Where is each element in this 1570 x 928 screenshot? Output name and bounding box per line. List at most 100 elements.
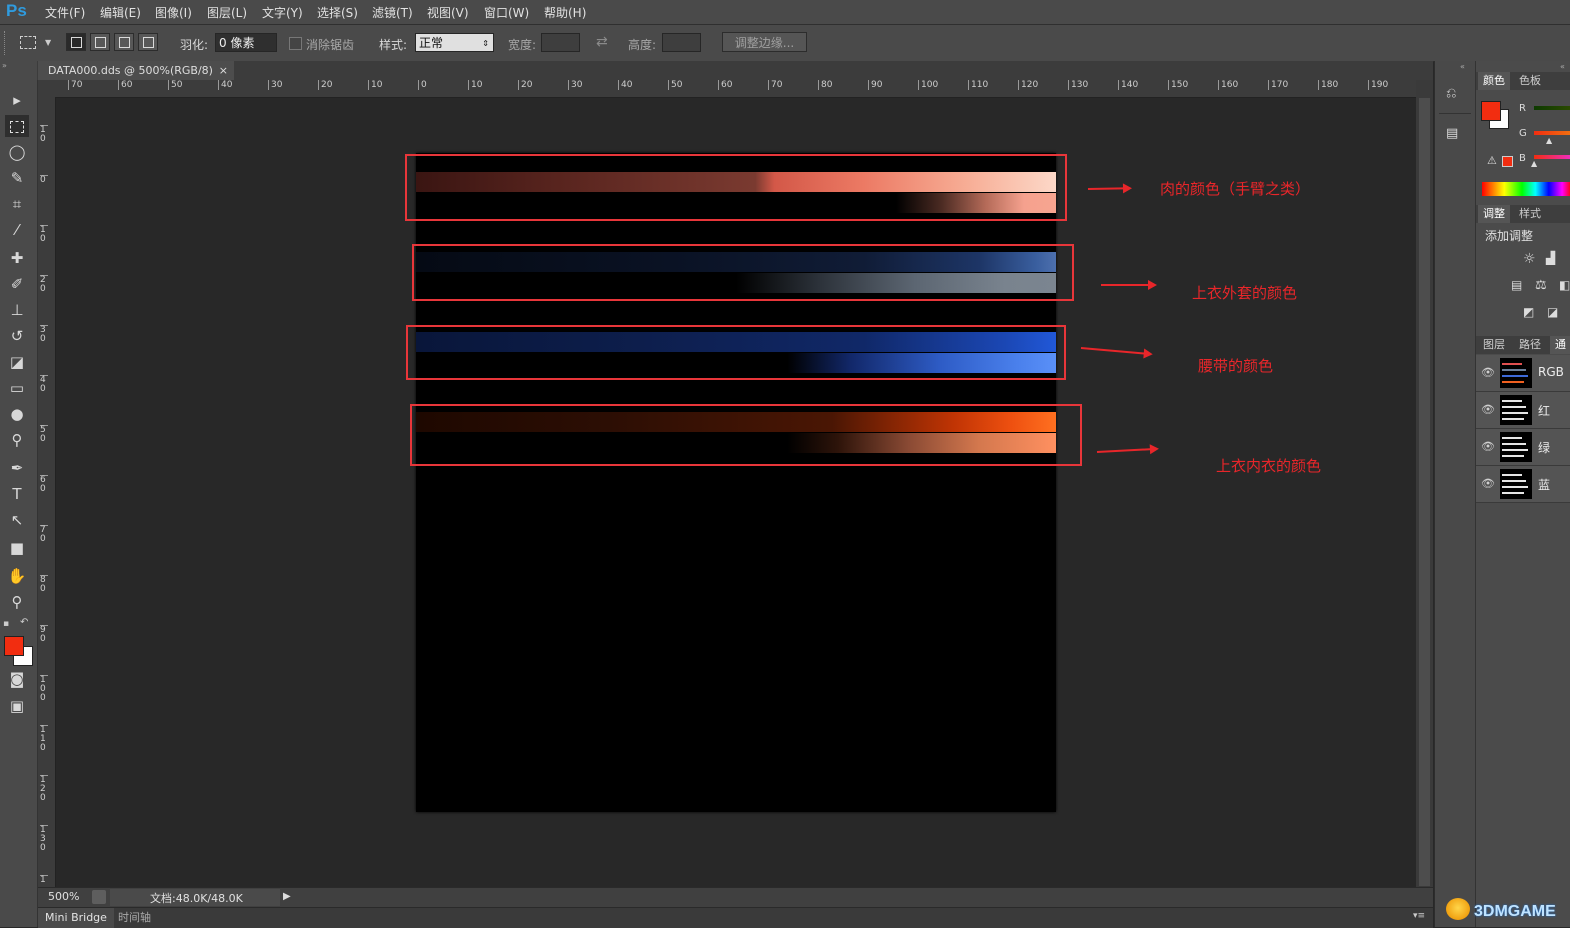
- swap-colors-icon[interactable]: ↶: [20, 617, 28, 628]
- color-spectrum-bar[interactable]: [1482, 182, 1570, 196]
- healing-brush-tool-icon[interactable]: ✚: [5, 247, 29, 269]
- shape-tool-icon[interactable]: ■: [5, 537, 29, 559]
- tab-timeline[interactable]: 时间轴: [118, 908, 151, 928]
- gamut-warning-icon[interactable]: ⚠: [1487, 154, 1497, 167]
- gradient-tool-icon[interactable]: ▭: [5, 377, 29, 399]
- share-icon[interactable]: [92, 890, 106, 904]
- eyedropper-tool-icon[interactable]: ⁄: [5, 219, 29, 241]
- tab-color[interactable]: 颜色: [1478, 72, 1510, 90]
- channel-row-green[interactable]: 👁 绿: [1476, 429, 1570, 466]
- menu-filter[interactable]: 滤镜(T): [372, 4, 413, 21]
- scrollbar-thumb[interactable]: [1419, 98, 1430, 886]
- menu-layer[interactable]: 图层(L): [207, 4, 247, 21]
- new-selection-button[interactable]: [66, 33, 86, 51]
- properties-panel-icon[interactable]: ▤: [1446, 126, 1464, 144]
- eraser-tool-icon[interactable]: ◪: [5, 351, 29, 373]
- green-slider[interactable]: [1534, 131, 1570, 135]
- slider-thumb-icon[interactable]: ▲: [1546, 136, 1552, 145]
- chevron-down-icon[interactable]: ▼: [45, 38, 51, 47]
- width-input[interactable]: [541, 33, 580, 52]
- jacket-arrow-icon: [1101, 280, 1157, 290]
- collapse-dock-icon[interactable]: «: [1560, 62, 1565, 71]
- panel-menu-icon[interactable]: ▾≡: [1413, 911, 1425, 921]
- menu-type[interactable]: 文字(Y): [262, 4, 303, 21]
- brush-tool-icon[interactable]: ✐: [5, 273, 29, 295]
- stamp-tool-icon[interactable]: ⊥: [5, 299, 29, 321]
- visibility-eye-icon[interactable]: 👁: [1481, 440, 1495, 453]
- marquee-tool-icon[interactable]: [5, 115, 29, 137]
- menu-image[interactable]: 图像(I): [155, 4, 192, 21]
- channel-row-rgb[interactable]: 👁 RGB: [1476, 355, 1570, 392]
- brightness-icon[interactable]: ☼: [1523, 251, 1536, 267]
- tab-adjustments[interactable]: 调整: [1478, 205, 1510, 223]
- pen-tool-icon[interactable]: ✒: [5, 457, 29, 479]
- gamut-swatch[interactable]: [1502, 156, 1513, 167]
- quick-mask-icon[interactable]: ◙: [5, 668, 29, 690]
- levels-icon[interactable]: ▟: [1546, 251, 1555, 265]
- zoom-tool-icon[interactable]: ⚲: [5, 591, 29, 613]
- tab-swatches[interactable]: 色板: [1514, 72, 1546, 90]
- slider-thumb-icon[interactable]: ▲: [1531, 159, 1537, 168]
- panel-foreground-swatch[interactable]: [1481, 101, 1501, 121]
- subtract-selection-button[interactable]: [114, 33, 134, 51]
- screen-mode-icon[interactable]: ▣: [5, 695, 29, 717]
- path-select-tool-icon[interactable]: ↖: [5, 509, 29, 531]
- watermark-text: 3DMGAME: [1474, 903, 1556, 920]
- menu-file[interactable]: 文件(F): [45, 4, 85, 21]
- visibility-eye-icon[interactable]: 👁: [1481, 477, 1495, 490]
- ruler-tick-label: 160: [1218, 80, 1238, 90]
- type-tool-icon[interactable]: T: [5, 483, 29, 505]
- quick-select-tool-icon[interactable]: ✎: [5, 167, 29, 189]
- swap-dimensions-icon[interactable]: ⇄: [596, 34, 608, 50]
- intersect-selection-button[interactable]: [138, 33, 158, 51]
- menu-select[interactable]: 选择(S): [317, 4, 358, 21]
- tab-channels[interactable]: 通: [1550, 336, 1570, 354]
- dodge-tool-icon[interactable]: ⚲: [5, 429, 29, 451]
- history-brush-tool-icon[interactable]: ↺: [5, 325, 29, 347]
- move-tool-icon[interactable]: ▸: [5, 89, 29, 111]
- options-grip[interactable]: [4, 31, 8, 55]
- gradient-map-icon[interactable]: ◪: [1547, 305, 1558, 319]
- blue-slider[interactable]: [1534, 155, 1570, 159]
- visibility-eye-icon[interactable]: 👁: [1481, 366, 1495, 379]
- style-select[interactable]: 正常 ⇕: [415, 33, 494, 52]
- menu-edit[interactable]: 编辑(E): [100, 4, 141, 21]
- hue-saturation-icon[interactable]: ▤: [1511, 278, 1522, 292]
- feather-input[interactable]: 0 像素: [215, 33, 277, 52]
- channel-row-blue[interactable]: 👁 蓝: [1476, 466, 1570, 503]
- doc-size-field[interactable]: 文档:48.0K/48.0K: [110, 889, 280, 906]
- add-selection-button[interactable]: [90, 33, 110, 51]
- marquee-preset-icon[interactable]: [20, 36, 36, 49]
- horizontal-ruler[interactable]: 70 60 50 40 30 20 10 0 10 20 30 40 50 60 70 80 90 100 110 1…: [38, 80, 1416, 98]
- collapse-icon[interactable]: »: [2, 61, 7, 70]
- tab-layers[interactable]: 图层: [1478, 336, 1510, 354]
- menu-view[interactable]: 视图(V): [427, 4, 469, 21]
- refine-edge-button[interactable]: 调整边缘...: [722, 32, 807, 52]
- vertical-ruler[interactable]: 10 0 10 20 30 40 50 60 70 80 90 100 110 120 130 1: [38, 97, 56, 887]
- menu-window[interactable]: 窗口(W): [484, 4, 529, 21]
- status-menu-arrow-icon[interactable]: ▶: [283, 891, 291, 902]
- channel-row-red[interactable]: 👁 红: [1476, 392, 1570, 429]
- collapse-panels-icon[interactable]: «: [1460, 62, 1465, 71]
- visibility-eye-icon[interactable]: 👁: [1481, 403, 1495, 416]
- blur-tool-icon[interactable]: ●: [5, 403, 29, 425]
- hand-tool-icon[interactable]: ✋: [5, 565, 29, 587]
- height-input[interactable]: [662, 33, 701, 52]
- foreground-color-swatch[interactable]: [4, 636, 24, 656]
- black-white-icon[interactable]: ◧: [1559, 278, 1570, 292]
- menu-help[interactable]: 帮助(H): [544, 4, 586, 21]
- zoom-level[interactable]: 500%: [48, 890, 79, 903]
- tab-styles[interactable]: 样式: [1514, 205, 1546, 223]
- history-panel-icon[interactable]: ⎌: [1446, 86, 1464, 104]
- tab-mini-bridge[interactable]: Mini Bridge: [38, 908, 114, 928]
- close-icon[interactable]: ×: [219, 61, 228, 80]
- crop-tool-icon[interactable]: ⌗: [5, 193, 29, 215]
- color-balance-icon[interactable]: ⚖: [1535, 278, 1547, 293]
- red-slider[interactable]: [1534, 106, 1570, 110]
- tab-paths[interactable]: 路径: [1514, 336, 1546, 354]
- default-colors-icon[interactable]: ▪: [3, 619, 9, 629]
- invert-icon[interactable]: ◩: [1523, 305, 1534, 319]
- document-tab[interactable]: DATA000.dds @ 500%(RGB/8) ×: [38, 61, 234, 80]
- antialias-checkbox[interactable]: [289, 37, 302, 50]
- lasso-tool-icon[interactable]: ◯: [5, 141, 29, 163]
